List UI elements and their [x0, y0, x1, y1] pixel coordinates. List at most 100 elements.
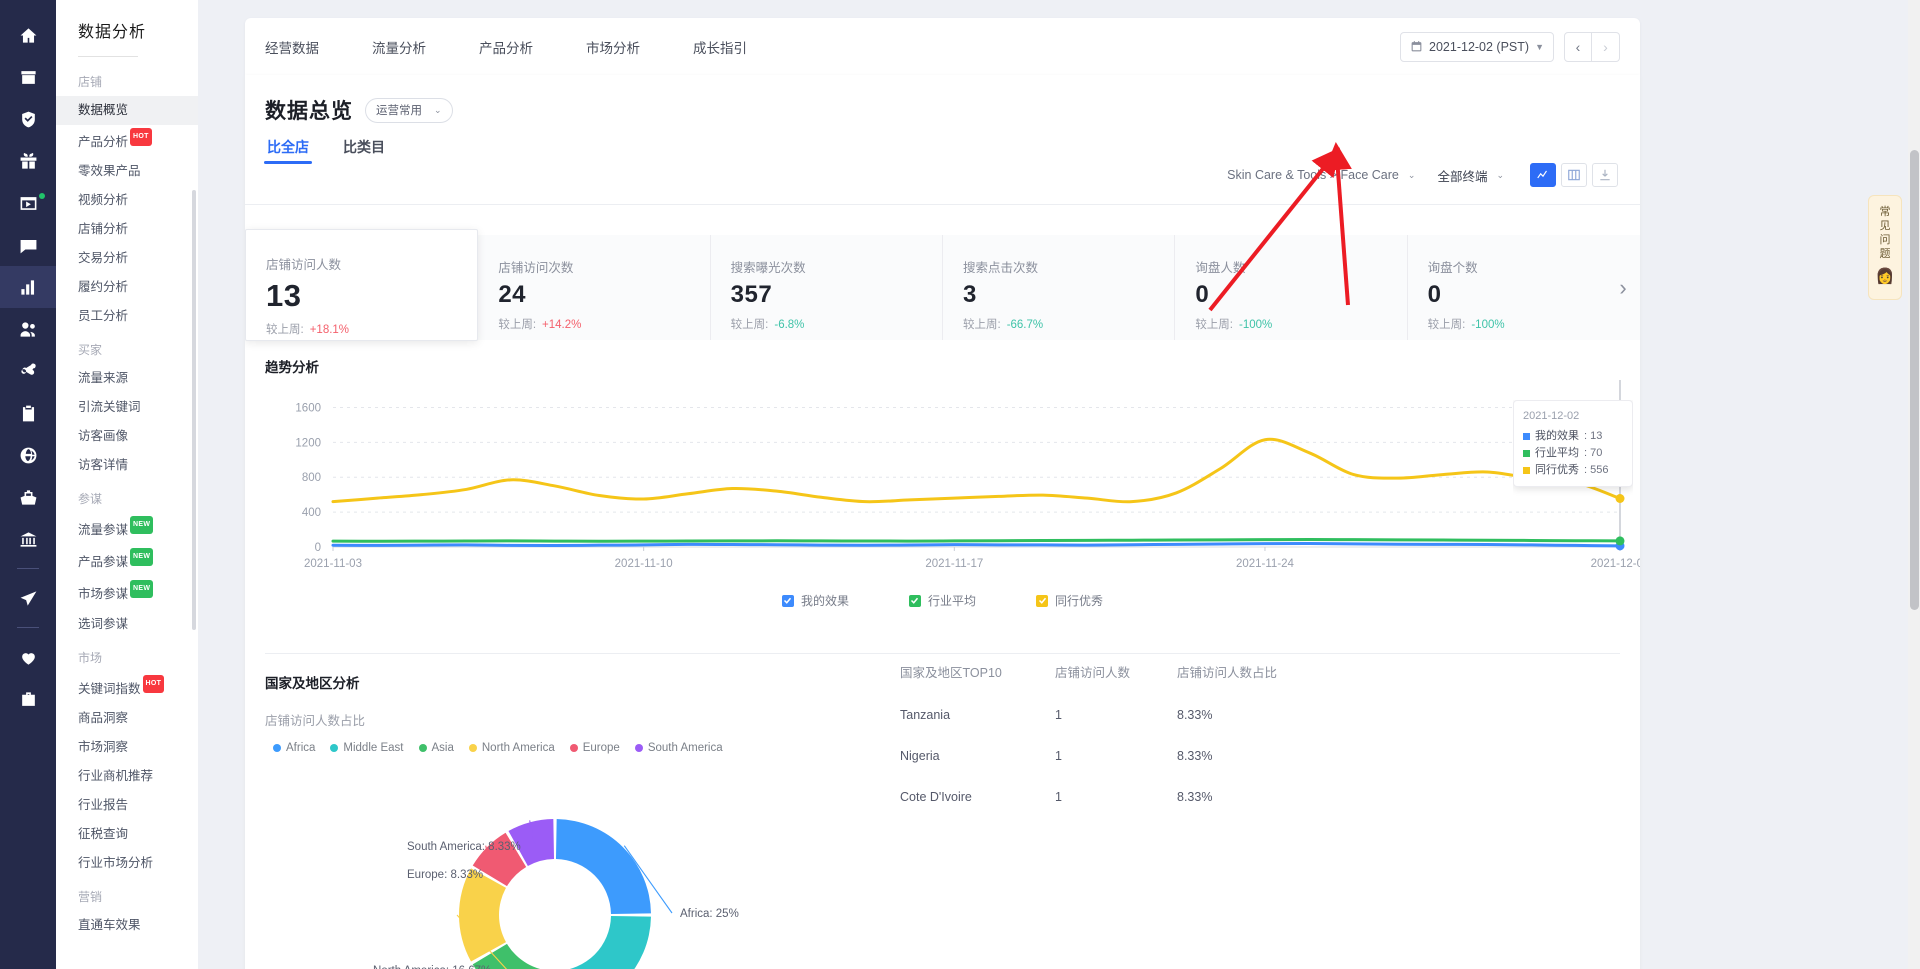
- rail-item-home-icon[interactable]: [0, 14, 56, 56]
- kpi-card-1[interactable]: 店铺访问次数 24 较上周: +14.2%: [478, 235, 711, 340]
- top-nav-item-3[interactable]: 市场分析: [586, 37, 693, 57]
- donut-slice-0[interactable]: [555, 819, 651, 915]
- rail-item-chart-bar-icon[interactable]: [0, 266, 56, 308]
- sidebar-item-badge: HOT: [142, 674, 165, 693]
- pie-legend-item-2[interactable]: Asia: [418, 742, 454, 754]
- sidebar-item-3-2[interactable]: 市场洞察: [56, 733, 198, 762]
- rail-item-store-icon[interactable]: [0, 56, 56, 98]
- top-nav-item-1[interactable]: 流量分析: [372, 37, 479, 57]
- rail-item-paper-plane-icon[interactable]: [0, 577, 56, 619]
- rail-item-share-nodes-icon[interactable]: [0, 350, 56, 392]
- faq-widget[interactable]: 常见问题 👩: [1868, 195, 1902, 300]
- legend-label: 我的效果: [800, 594, 849, 608]
- sidebar-item-0-5[interactable]: 交易分析: [56, 244, 198, 273]
- rail-item-gift-icon[interactable]: [0, 140, 56, 182]
- sidebar-item-3-1[interactable]: 商品洞察: [56, 704, 198, 733]
- legend-item-1[interactable]: 行业平均: [908, 592, 976, 609]
- table-row[interactable]: Tanzania 1 8.33%: [900, 681, 1520, 722]
- pie-legend-item-4[interactable]: Europe: [569, 742, 620, 754]
- sidebar-item-3-3[interactable]: 行业商机推荐: [56, 762, 198, 791]
- legend-checkbox[interactable]: [908, 594, 921, 607]
- rail-item-briefcase-icon[interactable]: [0, 678, 56, 720]
- rail-item-bank-icon[interactable]: [0, 518, 56, 560]
- category-filter[interactable]: Skin Care & Tools > Face Care ⌄: [1227, 168, 1415, 182]
- sidebar-item-0-0[interactable]: 数据概览: [56, 96, 198, 125]
- sidebar-group-label: 店铺: [78, 75, 103, 89]
- sidebar-item-3-0[interactable]: 关键词指数 HOT: [56, 672, 198, 704]
- prev-day-button[interactable]: ‹: [1564, 31, 1592, 62]
- rail-item-clipboard-icon[interactable]: [0, 392, 56, 434]
- pie-legend-item-1[interactable]: Middle East: [330, 742, 404, 754]
- pie-legend-item-3[interactable]: North America: [468, 742, 555, 754]
- top-nav-item-4[interactable]: 成长指引: [693, 37, 800, 57]
- table-row[interactable]: Nigeria 1 8.33%: [900, 722, 1520, 763]
- tooltip-series-name: 行业平均: [1535, 447, 1579, 459]
- trend-tooltip: 2021-12-02 我的效果: 13 行业平均: 70 同行优秀: 556: [1513, 400, 1633, 487]
- sidebar-item-badge: HOT: [130, 128, 152, 146]
- sidebar-scrollbar[interactable]: [192, 190, 196, 630]
- sidebar-item-2-0[interactable]: 流量参谋 NEW: [56, 513, 198, 545]
- kpi-card-2[interactable]: 搜索曝光次数 357 较上周: -6.8%: [710, 235, 943, 340]
- table-view-button[interactable]: [1561, 163, 1587, 187]
- pie-legend-dot: [468, 744, 477, 752]
- trend-chart[interactable]: 0 400 800 1200 1600 2021-11-03 2021-11-10 2021-…: [245, 372, 1640, 587]
- sidebar-item-2-2[interactable]: 市场参谋 NEW: [56, 577, 198, 609]
- rail-item-shield-check-icon[interactable]: [0, 98, 56, 140]
- sidebar-item-2-1[interactable]: 产品参谋 NEW: [56, 545, 198, 577]
- sidebar-item-2-3[interactable]: 选词参谋: [56, 610, 198, 639]
- sidebar-item-0-1[interactable]: 产品分析 HOT: [56, 125, 198, 157]
- terminal-filter[interactable]: 全部终端 ⌄: [1437, 166, 1504, 185]
- donut-slice-1[interactable]: [556, 915, 651, 969]
- pie-legend-item-0[interactable]: Africa: [273, 742, 315, 754]
- kpi-next-arrow[interactable]: ›: [1606, 235, 1640, 340]
- sidebar-item-1-1[interactable]: 引流关键词: [56, 393, 198, 422]
- pie-legend-item-5[interactable]: South America: [634, 742, 723, 754]
- rail-item-video-icon[interactable]: [0, 182, 56, 224]
- sidebar-item-label: 行业报告: [78, 797, 129, 812]
- sidebar-item-3-6[interactable]: 行业市场分析: [56, 849, 198, 878]
- rail-item-chat-icon[interactable]: [0, 224, 56, 266]
- donut-chart[interactable]: Africa: 25% North America: 16.67% Europe: …: [345, 765, 965, 969]
- sidebar-item-3-5[interactable]: 征税查询: [56, 820, 198, 849]
- kpi-delta-value: -100%: [1471, 319, 1505, 331]
- sidebar-item-0-3[interactable]: 视频分析: [56, 186, 198, 215]
- donut-slice-3[interactable]: [459, 868, 507, 962]
- sidebar-item-0-6[interactable]: 履约分析: [56, 273, 198, 302]
- kpi-value: 24: [498, 281, 527, 308]
- next-day-button[interactable]: ›: [1592, 31, 1620, 62]
- legend-checkbox[interactable]: [1036, 594, 1048, 607]
- legend-item-0[interactable]: 我的效果: [781, 592, 849, 609]
- tab-0[interactable]: 比全店: [264, 137, 312, 164]
- rail-item-globe-icon[interactable]: [0, 434, 56, 476]
- tab-1[interactable]: 比类目: [343, 137, 385, 164]
- line-chart-view-button[interactable]: [1530, 163, 1556, 187]
- rail-item-users-icon[interactable]: [0, 308, 56, 350]
- sidebar-item-0-4[interactable]: 店铺分析: [56, 215, 198, 244]
- sidebar-item-0-2[interactable]: 零效果产品: [56, 157, 198, 186]
- page-scrollbar-track[interactable]: [1908, 0, 1920, 969]
- legend-checkbox[interactable]: [781, 594, 794, 607]
- kpi-card-3[interactable]: 搜索点击次数 3 较上周: -66.7%: [942, 235, 1176, 340]
- rail-item-heart-icon[interactable]: [0, 636, 56, 678]
- top-nav-item-2[interactable]: 产品分析: [479, 37, 586, 57]
- tooltip-row-0: 我的效果: 13: [1523, 428, 1623, 445]
- date-picker[interactable]: 2021-12-02 (PST) ▼: [1400, 31, 1554, 62]
- sidebar-item-1-0[interactable]: 流量来源: [56, 364, 198, 393]
- sidebar-item-4-0[interactable]: 直通车效果: [56, 911, 198, 940]
- sidebar-item-3-4[interactable]: 行业报告: [56, 791, 198, 820]
- scene-selector[interactable]: 运营常用 ⌄: [365, 97, 453, 123]
- download-button[interactable]: [1592, 163, 1618, 187]
- sidebar-item-1-3[interactable]: 访客详情: [56, 451, 198, 480]
- chevron-down-icon: ▼: [1535, 41, 1544, 52]
- kpi-card-0[interactable]: 店铺访问人数 13 较上周: +18.1%: [245, 229, 479, 341]
- top-nav-item-0[interactable]: 经营数据: [265, 37, 372, 57]
- sidebar-item-0-7[interactable]: 员工分析: [56, 302, 198, 331]
- kpi-card-4[interactable]: 询盘人数 0 较上周: -100%: [1175, 235, 1408, 340]
- sidebar-item-1-2[interactable]: 访客画像: [56, 422, 198, 451]
- legend-item-2[interactable]: 同行优秀: [1036, 592, 1103, 609]
- kpi-delta-label: 较上周:: [1195, 319, 1234, 331]
- sidebar-nav: 店铺 数据概览 产品分析 HOT 零效果产品 视频分析 店铺分析 交易分析 履约分析 员工分析 买家…: [56, 63, 198, 940]
- rail-item-ship-icon[interactable]: [0, 476, 56, 518]
- table-row[interactable]: Cote D'Ivoire 1 8.33%: [900, 763, 1520, 804]
- page-scrollbar-thumb[interactable]: [1910, 150, 1919, 610]
